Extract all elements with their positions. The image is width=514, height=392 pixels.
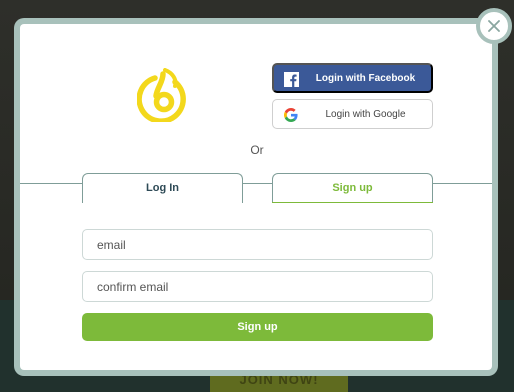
signup-modal: Login with Facebook Login with Google Or…	[20, 24, 492, 370]
login-facebook-button[interactable]: Login with Facebook	[272, 63, 433, 93]
active-tab-underline	[272, 202, 433, 203]
or-divider-text: Or	[250, 143, 264, 157]
b-swirl-logo-icon	[137, 68, 186, 122]
google-icon	[283, 107, 298, 122]
tab-log-in[interactable]: Log In	[82, 173, 243, 203]
login-google-button[interactable]: Login with Google	[272, 99, 433, 129]
confirm-email-input[interactable]	[82, 271, 433, 302]
tab-sign-up[interactable]: Sign up	[272, 173, 433, 203]
sign-up-button[interactable]: Sign up	[82, 313, 433, 341]
email-input[interactable]	[82, 229, 433, 260]
close-button[interactable]	[476, 8, 512, 44]
facebook-icon	[284, 72, 299, 87]
close-icon	[488, 20, 500, 32]
